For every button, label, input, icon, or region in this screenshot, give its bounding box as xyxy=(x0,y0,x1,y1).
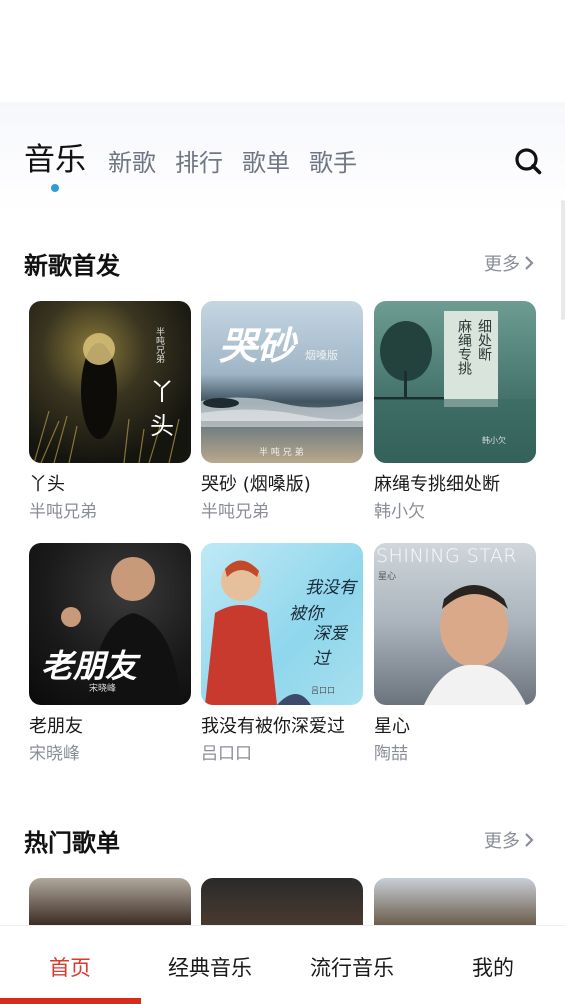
song-title: 我没有被你深爱过 xyxy=(201,716,345,737)
song-artist: 半吨兄弟 xyxy=(201,502,269,522)
cover-title-1: 丫 xyxy=(150,378,174,406)
chevron-right-icon xyxy=(525,256,534,270)
chevron-right-icon xyxy=(525,833,534,847)
cover-title-1: 我没有 xyxy=(305,578,356,598)
playlist-cover[interactable] xyxy=(201,878,363,926)
status-area xyxy=(0,0,565,102)
cover-title-2: 头 xyxy=(150,412,174,440)
song-artist: 半吨兄弟 xyxy=(29,502,97,522)
song-title: 哭砂 (烟嗓版) xyxy=(201,474,311,495)
cover-artist-text: 半 吨 兄 弟 xyxy=(259,448,304,458)
active-tab-dot xyxy=(51,184,59,192)
song-title: 星心 xyxy=(374,716,410,737)
search-icon[interactable] xyxy=(514,147,542,175)
song-card[interactable]: 丫 头 半吨兄弟 丫头 半吨兄弟 xyxy=(29,301,191,523)
hot-playlists-title: 热门歌单 xyxy=(24,829,120,857)
album-cover: SHINING STAR 星心 xyxy=(374,543,536,705)
playlist-cover[interactable] xyxy=(374,878,536,926)
song-card[interactable]: 老朋友 宋晓峰 老朋友 宋晓峰 xyxy=(29,543,191,765)
tab-label: 排行 xyxy=(175,149,223,177)
album-cover: 哭砂 烟嗓版 半 吨 兄 弟 xyxy=(201,301,363,463)
tab-charts[interactable]: 排行 xyxy=(175,146,223,180)
album-cover: 麻绳专挑 细处断 韩小欠 xyxy=(374,301,536,463)
top-tabs: 音乐 新歌 排行 歌单 歌手 xyxy=(24,136,376,192)
playlist-cover[interactable] xyxy=(29,878,191,926)
more-label: 更多 xyxy=(484,831,520,852)
tab-label: 新歌 xyxy=(108,149,156,177)
nav-classic-music[interactable]: 经典音乐 xyxy=(168,952,252,982)
cover-title-2: 细处断 xyxy=(476,319,492,361)
cover-artist-text: 星心 xyxy=(378,572,397,582)
tab-new-songs[interactable]: 新歌 xyxy=(108,146,156,180)
song-artist: 吕口口 xyxy=(201,744,252,764)
cover-artist-text: 半吨兄弟 xyxy=(154,327,164,363)
new-songs-title: 新歌首发 xyxy=(24,252,120,280)
tab-music[interactable]: 音乐 xyxy=(24,140,86,192)
song-title: 丫头 xyxy=(29,474,65,495)
active-nav-indicator xyxy=(0,998,141,1004)
song-title: 老朋友 xyxy=(29,716,83,737)
song-title: 麻绳专挑细处断 xyxy=(374,474,500,495)
song-card[interactable]: SHINING STAR 星心 星心 陶喆 xyxy=(374,543,536,765)
album-cover: 我没有 被你 深爱过 吕口口 xyxy=(201,543,363,705)
nav-home[interactable]: 首页 xyxy=(49,952,91,982)
tab-playlists[interactable]: 歌单 xyxy=(242,146,290,180)
tab-label: 歌手 xyxy=(309,149,357,177)
song-card[interactable]: 麻绳专挑 细处断 韩小欠 麻绳专挑细处断 韩小欠 xyxy=(374,301,536,523)
cover-title-1: 哭砂 xyxy=(219,323,296,368)
nav-mine[interactable]: 我的 xyxy=(472,952,514,982)
bottom-nav: 首页 经典音乐 流行音乐 我的 xyxy=(0,925,565,1004)
cover-title-1: 麻绳专挑 xyxy=(456,319,472,375)
cover-title-3: 深爱过 xyxy=(313,624,347,669)
cover-title-1: SHINING STAR xyxy=(376,545,518,567)
hot-playlists-more-button[interactable]: 更多 xyxy=(484,827,534,853)
tab-label: 音乐 xyxy=(24,142,86,178)
album-cover: 老朋友 宋晓峰 xyxy=(29,543,191,705)
song-card[interactable]: 哭砂 烟嗓版 半 吨 兄 弟 哭砂 (烟嗓版) 半吨兄弟 xyxy=(201,301,363,523)
scrollbar[interactable] xyxy=(561,200,565,320)
cover-artist-text: 韩小欠 xyxy=(482,436,506,445)
cover-artist-text: 吕口口 xyxy=(311,686,335,695)
tab-label: 歌单 xyxy=(242,149,290,177)
more-label: 更多 xyxy=(484,254,520,275)
cover-artist-text: 宋晓峰 xyxy=(89,684,117,694)
cover-title-2: 烟嗓版 xyxy=(305,349,338,362)
new-songs-more-button[interactable]: 更多 xyxy=(484,250,534,276)
tab-singers[interactable]: 歌手 xyxy=(309,146,357,180)
song-card[interactable]: 我没有 被你 深爱过 吕口口 我没有被你深爱过 吕口口 xyxy=(201,543,363,765)
album-cover: 丫 头 半吨兄弟 xyxy=(29,301,191,463)
song-artist: 韩小欠 xyxy=(374,502,425,522)
nav-pop-music[interactable]: 流行音乐 xyxy=(310,952,394,982)
song-artist: 陶喆 xyxy=(374,744,408,764)
song-artist: 宋晓峰 xyxy=(29,744,80,764)
